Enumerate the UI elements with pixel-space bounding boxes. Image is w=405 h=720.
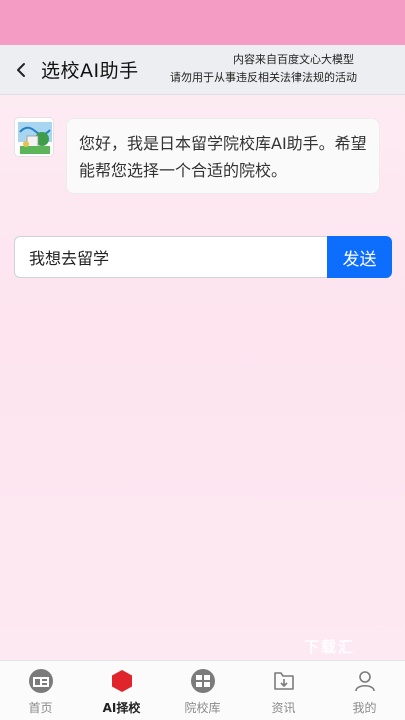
send-button[interactable]: 发送 bbox=[327, 236, 392, 278]
bot-avatar bbox=[14, 117, 54, 157]
home-icon bbox=[28, 669, 53, 693]
tab-home[interactable]: 首页 bbox=[0, 661, 81, 720]
status-bar bbox=[0, 0, 405, 45]
disclaimer-line-2: 请勿用于从事违反相关法律法规的活动 bbox=[170, 71, 357, 84]
page-title: 选校AI助手 bbox=[41, 60, 139, 82]
bot-avatar-image bbox=[15, 118, 53, 156]
ai-select-icon bbox=[111, 670, 132, 692]
tab-label: 资讯 bbox=[271, 701, 296, 715]
disclaimer-text: 内容来自百度文心大模型 请勿用于从事违反相关法律法规的活动 bbox=[155, 51, 357, 87]
disclaimer-line-1: 内容来自百度文心大模型 bbox=[233, 53, 354, 66]
tab-ai-select[interactable]: AI择校 bbox=[81, 661, 162, 720]
tab-label: 院校库 bbox=[184, 701, 221, 715]
tab-label: 我的 bbox=[352, 701, 377, 715]
watermark: 下载汇 bbox=[304, 638, 356, 656]
tab-profile[interactable]: 我的 bbox=[324, 661, 405, 720]
news-icon bbox=[273, 672, 294, 690]
bot-message-bubble: 您好，我是日本留学院校库AI助手。希望能帮您选择一个合适的院校。 bbox=[66, 118, 380, 194]
school-library-icon bbox=[190, 669, 215, 693]
tab-label: AI择校 bbox=[102, 701, 141, 715]
back-icon[interactable] bbox=[12, 59, 32, 81]
header-bar: 选校AI助手 内容来自百度文心大模型 请勿用于从事违反相关法律法规的活动 bbox=[0, 45, 405, 95]
profile-icon bbox=[354, 671, 375, 692]
chat-input-row: 发送 bbox=[14, 236, 392, 278]
chat-input[interactable] bbox=[14, 236, 329, 278]
tab-school-library[interactable]: 院校库 bbox=[162, 661, 243, 720]
bottom-tab-bar: 首页 AI择校 院校库 资讯 我的 bbox=[0, 660, 405, 720]
tab-news[interactable]: 资讯 bbox=[243, 661, 324, 720]
tab-label: 首页 bbox=[28, 701, 53, 715]
